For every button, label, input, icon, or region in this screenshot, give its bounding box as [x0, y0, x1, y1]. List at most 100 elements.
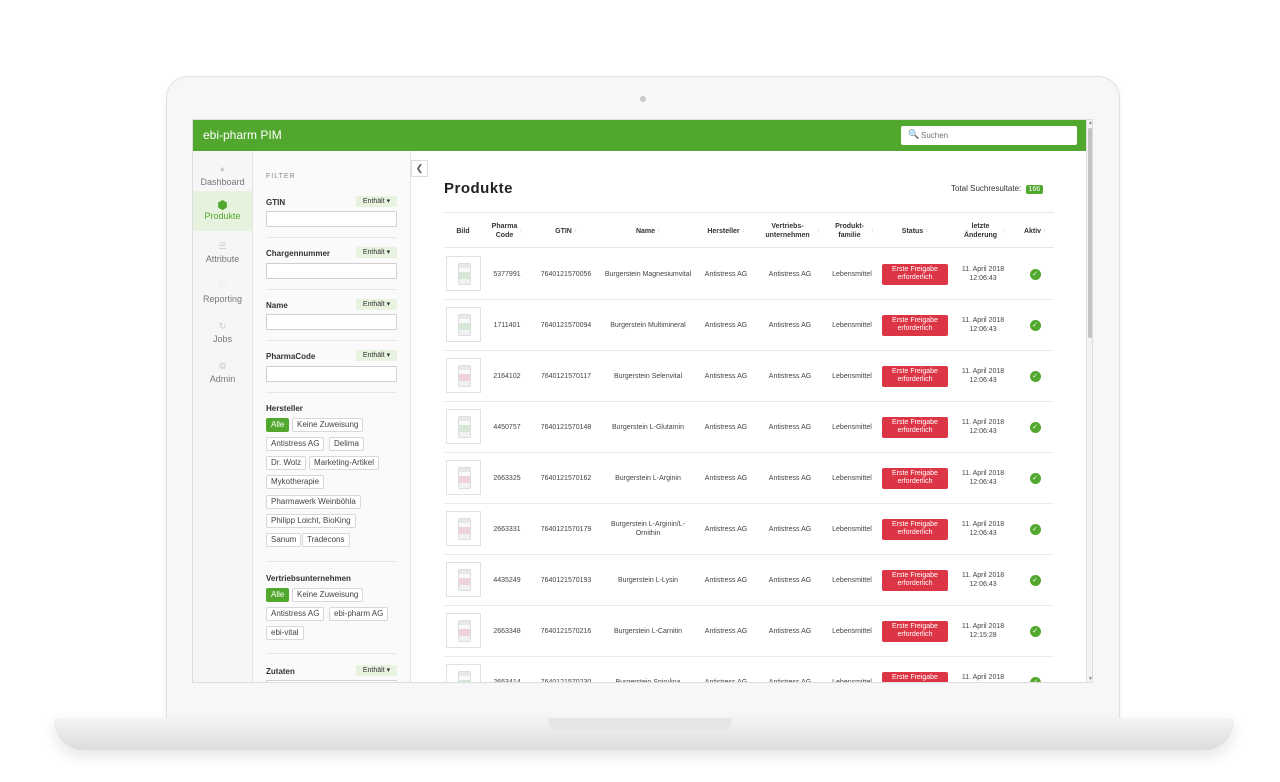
chip-hersteller[interactable]: Dr. Wolz — [266, 456, 307, 470]
camera-dot — [640, 96, 646, 102]
check-circle-icon: ✓ — [1029, 625, 1041, 637]
filter-mode-pharmacode[interactable]: Enthält ▾ — [356, 350, 397, 361]
dashboard-icon: ● — [219, 164, 226, 174]
product-thumbnail[interactable] — [446, 409, 481, 444]
chip-vertrieb[interactable]: Antistress AG — [266, 607, 325, 621]
col-header-name[interactable]: Name ↕ — [602, 213, 694, 249]
col-header-aenderung[interactable]: letzte Änderung ↕ — [949, 213, 1017, 249]
cell-pharma: 5377991 — [493, 270, 521, 278]
cell-aenderung: 11. April 2018 12:06:43 — [949, 453, 1017, 503]
chip-hersteller[interactable]: Keine Zuweisung — [292, 418, 364, 432]
filter-label-vertrieb: Vertriebsunternehmen — [266, 574, 351, 583]
chip-hersteller-alle[interactable]: Alle — [266, 418, 290, 432]
product-thumbnail[interactable] — [446, 256, 481, 291]
cell-aenderung: 11. April 2018 12:06:43 — [949, 504, 1017, 554]
table-row[interactable]: 2164102 7640121570117 Burgerstein Selenvit… — [444, 351, 1054, 402]
nav-item-attribute[interactable]: ☰ Attribute — [193, 234, 252, 274]
change-time: 12:06:43 — [969, 326, 997, 333]
cell-status: Erste Freigabe erforderlich — [882, 351, 948, 401]
search-box[interactable]: 🔍 — [901, 126, 1077, 145]
col-header-gtin[interactable]: GTIN ↕ — [531, 213, 601, 249]
col-header-status[interactable]: Status ↕ — [882, 213, 948, 249]
scroll-down-arrow-icon[interactable]: ▼ — [1087, 676, 1092, 682]
product-bottle-icon — [458, 518, 471, 540]
page-title: Produkte — [444, 180, 514, 197]
cell-hersteller: Antistress AG — [704, 372, 748, 380]
chip-vertrieb[interactable]: ebi-pharm AG — [329, 607, 389, 621]
scroll-up-arrow-icon[interactable]: ▲ — [1087, 120, 1092, 126]
table-row[interactable]: 2663331 7640121570179 Burgerstein L-Argini… — [444, 504, 1054, 555]
table-row[interactable]: 2663325 7640121570162 Burgerstein L-Argini… — [444, 453, 1054, 504]
cell-pharma: 1711401 — [493, 321, 521, 329]
divider — [266, 561, 397, 562]
gtin-input[interactable] — [266, 211, 397, 227]
cell-aenderung: 11. April 2018 12:06:43 — [949, 249, 1017, 299]
cell-name: Burgerstein L-Arginin/L-Ornithin — [611, 521, 685, 537]
scroll-thumb[interactable] — [1088, 128, 1092, 338]
page-scrollbar[interactable]: ▲ ▼ — [1086, 120, 1092, 682]
product-thumbnail[interactable] — [446, 664, 481, 682]
product-thumbnail[interactable] — [446, 460, 481, 495]
cell-gtin: 7640121570117 — [540, 372, 592, 380]
product-thumbnail[interactable] — [446, 562, 481, 597]
table-row[interactable]: 1711401 7640121570094 Burgerstein Multimin… — [444, 300, 1054, 351]
chip-hersteller[interactable]: Antistress AG — [266, 437, 325, 451]
sort-icon: ↕ — [870, 227, 874, 234]
nav-item-jobs[interactable]: ↻ Jobs — [193, 314, 252, 354]
name-input[interactable] — [266, 314, 397, 330]
filter-mode-charge[interactable]: Enthält ▾ — [356, 247, 397, 258]
cell-name: Burgerstein Spirulina — [615, 678, 681, 683]
col-header-aktiv[interactable]: Aktiv ↕ — [1018, 213, 1052, 249]
filter-mode-gtin[interactable]: Enthält ▾ — [356, 196, 397, 207]
collapse-panel-button[interactable]: ❮ — [411, 160, 428, 177]
cell-vertrieb: Antistress AG — [768, 270, 812, 278]
change-date: 11. April 2018 — [961, 572, 1005, 579]
col-header-pharma[interactable]: Pharma Code ↕ — [484, 213, 530, 249]
chip-vertrieb[interactable]: ebi-vital — [266, 626, 304, 640]
cell-aenderung: 11. April 2018 12:06:43 — [949, 351, 1017, 401]
col-header-vertrieb[interactable]: Vertriebs-unternehmen ↕ — [758, 213, 822, 249]
chip-vertrieb-alle[interactable]: Alle — [266, 588, 290, 602]
cell-vertrieb: Antistress AG — [768, 474, 812, 482]
table-row[interactable]: 2663414 7640121570230 Burgerstein Spirulin… — [444, 657, 1054, 683]
chip-hersteller[interactable]: Pharmawerk Weinböhla — [266, 495, 361, 509]
chip-hersteller[interactable]: Delima — [329, 437, 364, 451]
table-row[interactable]: 4435249 7640121570193 Burgerstein L-Lysin A… — [444, 555, 1054, 606]
chip-hersteller[interactable]: Sanum — [266, 533, 302, 547]
filter-mode-name[interactable]: Enthält ▾ — [356, 299, 397, 310]
cell-status: Erste Freigabe erforderlich — [882, 300, 948, 350]
zutaten-input[interactable] — [266, 680, 397, 682]
product-thumbnail[interactable] — [446, 613, 481, 648]
col-header-bild: Bild — [456, 227, 470, 235]
chip-hersteller[interactable]: Tradecons — [302, 533, 350, 547]
product-bottle-icon — [458, 263, 471, 285]
product-thumbnail[interactable] — [446, 511, 481, 546]
nav-item-admin[interactable]: ⚙ Admin — [193, 354, 252, 394]
check-circle-icon: ✓ — [1029, 523, 1041, 535]
nav-item-produkte[interactable]: ⬢ Produkte — [193, 191, 252, 231]
cell-status: Erste Freigabe erforderlich — [882, 657, 948, 682]
chip-hersteller[interactable]: Philipp Loicht, BioKing — [266, 514, 356, 528]
table-row[interactable]: 2663348 7640121570216 Burgerstein L-Carnit… — [444, 606, 1054, 657]
chip-hersteller[interactable]: Mykotherapie — [266, 475, 325, 489]
change-date: 11. April 2018 — [961, 674, 1005, 681]
chip-vertrieb[interactable]: Keine Zuweisung — [292, 588, 364, 602]
table-row[interactable]: 5377991 7640121570056 Burgerstein Magnesiu… — [444, 249, 1054, 300]
cell-pharma: 4450757 — [493, 423, 521, 431]
change-date: 11. April 2018 — [961, 419, 1005, 426]
product-thumbnail[interactable] — [446, 358, 481, 393]
table-row[interactable]: 4450757 7640121570148 Burgerstein L-Glutam… — [444, 402, 1054, 453]
filter-mode-zutaten[interactable]: Enthält ▾ — [356, 665, 397, 676]
sort-icon: ↕ — [1002, 227, 1006, 234]
chargennummer-input[interactable] — [266, 263, 397, 279]
change-time: 12:15:28 — [969, 632, 997, 639]
cell-aktiv: ✓ — [1018, 249, 1052, 299]
pharmacode-input[interactable] — [266, 366, 397, 382]
col-header-familie[interactable]: Produkt-familie ↕ — [823, 213, 881, 249]
nav-item-reporting[interactable]: ♡ Reporting — [193, 274, 252, 314]
box-icon: ⬢ — [217, 198, 228, 212]
product-thumbnail[interactable] — [446, 307, 481, 342]
chip-hersteller[interactable]: Marketing-Artikel — [309, 456, 380, 470]
col-header-hersteller[interactable]: Hersteller ↕ — [695, 213, 757, 249]
search-input[interactable] — [921, 128, 1071, 142]
